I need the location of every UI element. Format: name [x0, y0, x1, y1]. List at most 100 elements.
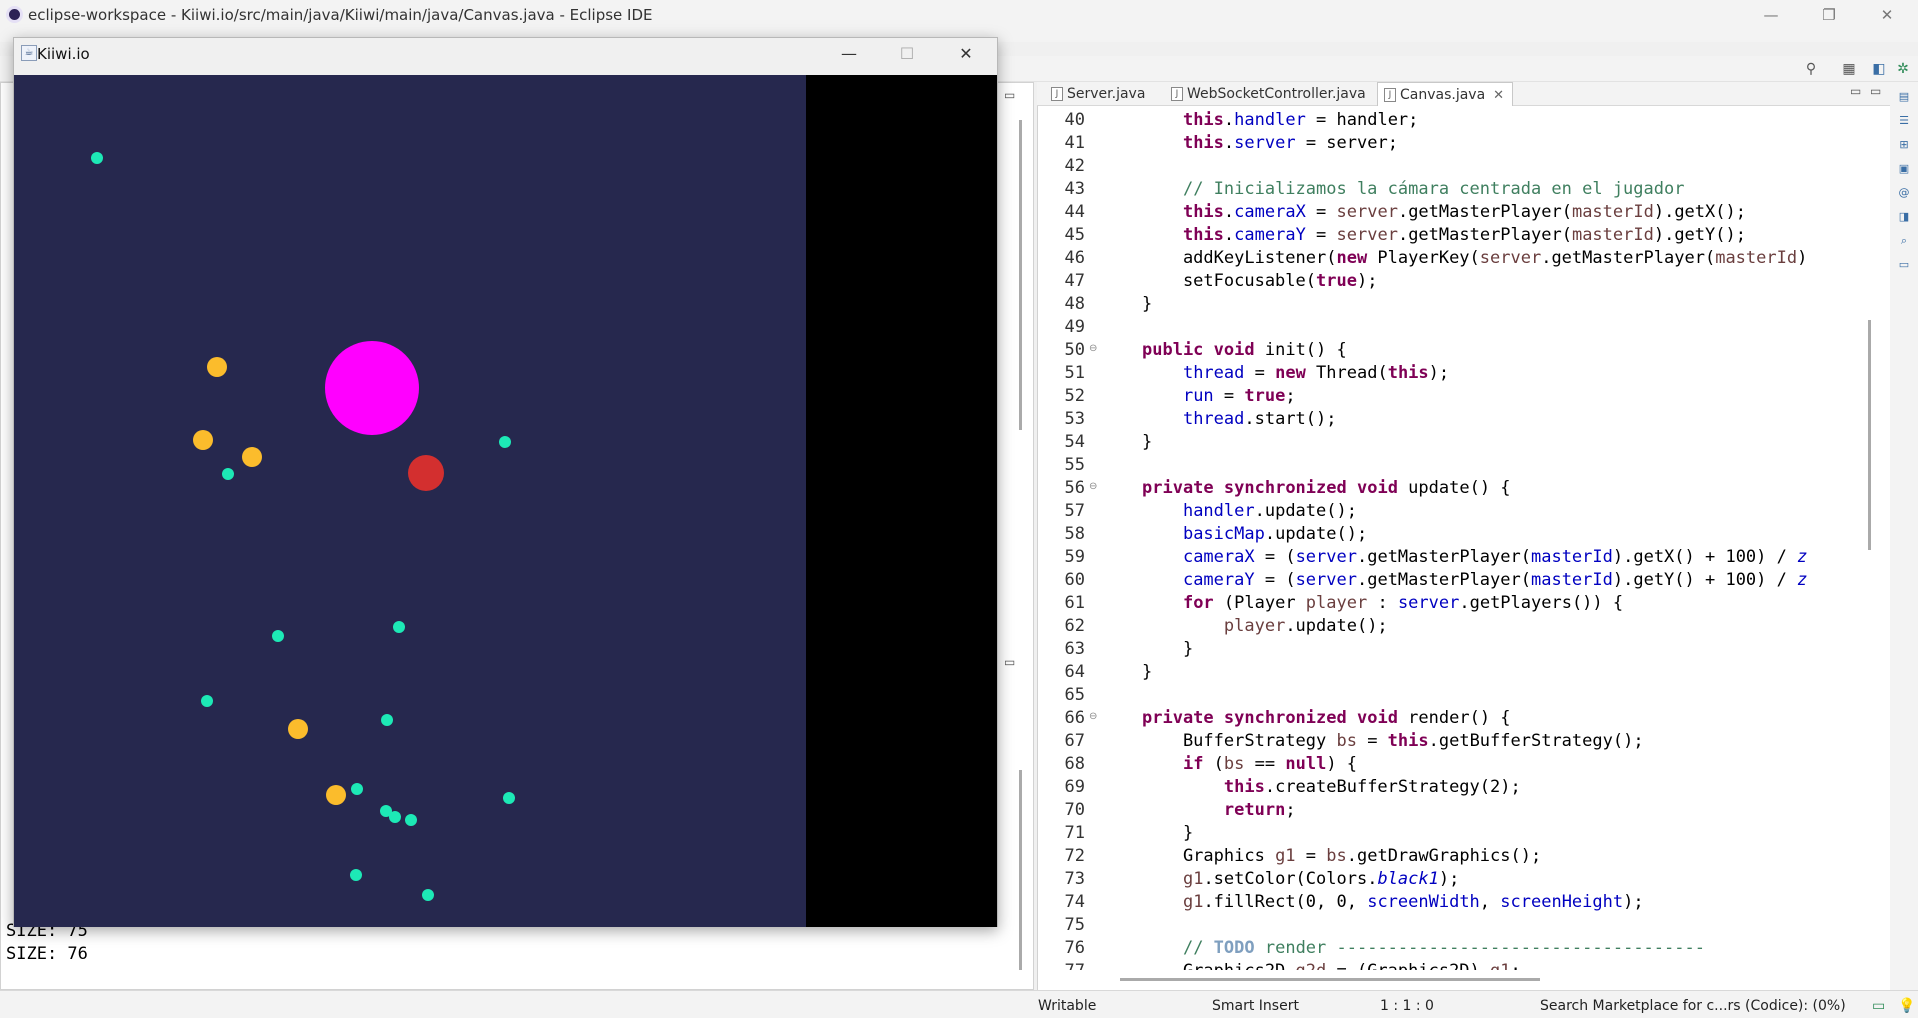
java-perspective-icon[interactable]: ◧: [1870, 60, 1888, 78]
code-line: setFocusable(true);: [1142, 271, 1378, 291]
left-scrollbar[interactable]: [1019, 120, 1022, 430]
minimize-editor-icon[interactable]: ▭: [1850, 84, 1861, 98]
enemy-player: [408, 455, 444, 491]
game-maximize-button[interactable]: ☐: [887, 42, 927, 66]
console-view-icon[interactable]: ▭: [1897, 258, 1911, 272]
line-number: 58: [1064, 524, 1085, 544]
editor-vertical-scrollbar[interactable]: [1868, 320, 1871, 550]
java-file-icon: J: [1384, 88, 1396, 102]
fold-icon[interactable]: ⊖: [1089, 343, 1097, 354]
minimize-view-icon[interactable]: ▭: [1004, 88, 1015, 102]
insert-mode-status[interactable]: Smart Insert: [1212, 998, 1299, 1014]
editor-horizontal-scrollbar[interactable]: [1120, 978, 1540, 981]
javadoc-icon[interactable]: @: [1897, 186, 1911, 200]
line-number: 45: [1064, 225, 1085, 245]
line-number: 53: [1064, 409, 1085, 429]
line-number: 71: [1064, 823, 1085, 843]
game-scene[interactable]: [14, 75, 997, 927]
writable-status: Writable: [1038, 998, 1097, 1014]
open-perspective-icon[interactable]: ▦: [1840, 60, 1858, 78]
tab-server-java[interactable]: J Server.java: [1045, 82, 1153, 106]
food-pellet-cyan: [393, 621, 405, 633]
outline-view-icon[interactable]: ▤: [1897, 90, 1911, 104]
line-number: 41: [1064, 133, 1085, 153]
code-line: // TODO render -------------------------…: [1182, 938, 1705, 958]
food-pellet-cyan: [350, 869, 362, 881]
line-number: 60: [1064, 570, 1085, 590]
line-number: 63: [1064, 639, 1085, 659]
game-minimize-button[interactable]: —: [829, 42, 869, 66]
console-line: SIZE: 76: [6, 944, 88, 964]
game-close-button[interactable]: ✕: [946, 42, 986, 66]
food-pellet-cyan: [201, 695, 213, 707]
line-number: 69: [1064, 777, 1085, 797]
code-line: handler.update();: [1182, 501, 1357, 521]
line-number: 64: [1064, 662, 1085, 682]
line-number: 65: [1064, 685, 1085, 705]
line-number: 61: [1064, 593, 1085, 613]
java-app-icon: ☕: [21, 45, 37, 61]
java-file-icon: J: [1051, 87, 1063, 101]
search-icon[interactable]: ⚲: [1802, 60, 1820, 78]
code-line: public void init() {: [1142, 340, 1347, 360]
debug-perspective-icon[interactable]: ✲: [1894, 60, 1912, 78]
line-number: 43: [1064, 179, 1085, 199]
line-number: 44: [1064, 202, 1085, 222]
tab-canvas-java[interactable]: J Canvas.java ✕: [1377, 82, 1514, 106]
problems-icon[interactable]: ▣: [1897, 162, 1911, 176]
code-line: Graphics g1 = bs.getDrawGraphics();: [1142, 846, 1542, 866]
line-number: 67: [1064, 731, 1085, 751]
close-tab-icon[interactable]: ✕: [1493, 88, 1504, 103]
tip-icon[interactable]: 💡: [1898, 998, 1915, 1014]
code-line: }: [1142, 432, 1153, 452]
maximize-view-icon[interactable]: ▭: [1004, 655, 1015, 669]
food-pellet-yellow: [207, 357, 227, 377]
out-of-bounds-area: [806, 75, 997, 927]
eclipse-icon: [6, 6, 23, 23]
code-line: g1.setColor(Colors.black1);: [1182, 869, 1460, 889]
code-line: cameraY = (server.getMasterPlayer(master…: [1182, 570, 1808, 590]
code-line: }: [1142, 294, 1153, 314]
tab-websocketcontroller-java[interactable]: J WebSocketController.java: [1165, 82, 1374, 106]
fold-icon[interactable]: ⊖: [1089, 481, 1097, 492]
line-number: 70: [1064, 800, 1085, 820]
food-pellet-cyan: [499, 436, 511, 448]
hierarchy-icon[interactable]: ⊞: [1897, 138, 1911, 152]
food-pellet-yellow: [242, 447, 262, 467]
code-line: cameraX = (server.getMasterPlayer(master…: [1182, 547, 1808, 567]
line-number: 50: [1064, 340, 1085, 360]
code-line: BufferStrategy bs = this.getBufferStrate…: [1142, 731, 1644, 751]
declaration-icon[interactable]: ◨: [1897, 210, 1911, 224]
food-pellet-cyan: [422, 889, 434, 901]
code-line: thread.start();: [1182, 409, 1337, 429]
code-area[interactable]: 40 41 42 43 44 45 46 47 48 49 50 51 52 53 54 55 56 57 58 59…: [1045, 110, 1858, 970]
task-list-icon[interactable]: ☰: [1897, 114, 1911, 128]
game-canvas[interactable]: [14, 75, 997, 927]
line-number: 59: [1064, 547, 1085, 567]
line-number: 54: [1064, 432, 1085, 452]
line-number: 77: [1045, 961, 1085, 970]
line-number: 42: [1064, 156, 1085, 176]
line-number: 57: [1064, 501, 1085, 521]
code-line: return;: [1223, 800, 1296, 820]
fold-icon[interactable]: ⊖: [1089, 711, 1097, 722]
progress-icon[interactable]: ▭: [1872, 998, 1885, 1014]
code-line: private synchronized void render() {: [1142, 708, 1511, 728]
line-number: 73: [1064, 869, 1085, 889]
code-line: }: [1142, 639, 1194, 659]
code-line: for (Player player : server.getPlayers()…: [1182, 593, 1624, 613]
console-scrollbar[interactable]: [1019, 770, 1022, 970]
maximize-button[interactable]: ❐: [1806, 0, 1852, 30]
code-line: basicMap.update();: [1182, 524, 1368, 544]
close-button[interactable]: ✕: [1864, 0, 1910, 30]
maximize-editor-icon[interactable]: ▭: [1870, 84, 1881, 98]
minimize-button[interactable]: —: [1748, 0, 1794, 30]
food-pellet-cyan: [91, 152, 103, 164]
search-view-icon[interactable]: ⌕: [1897, 234, 1911, 248]
code-line: // Inicializamos la cámara centrada en e…: [1182, 179, 1685, 199]
code-line: }: [1142, 823, 1194, 843]
marketplace-progress-status[interactable]: Search Marketplace for c...rs (Codice): …: [1540, 998, 1846, 1014]
code-line: this.createBufferStrategy(2);: [1223, 777, 1521, 797]
line-number: 74: [1064, 892, 1085, 912]
food-pellet-yellow: [326, 785, 346, 805]
